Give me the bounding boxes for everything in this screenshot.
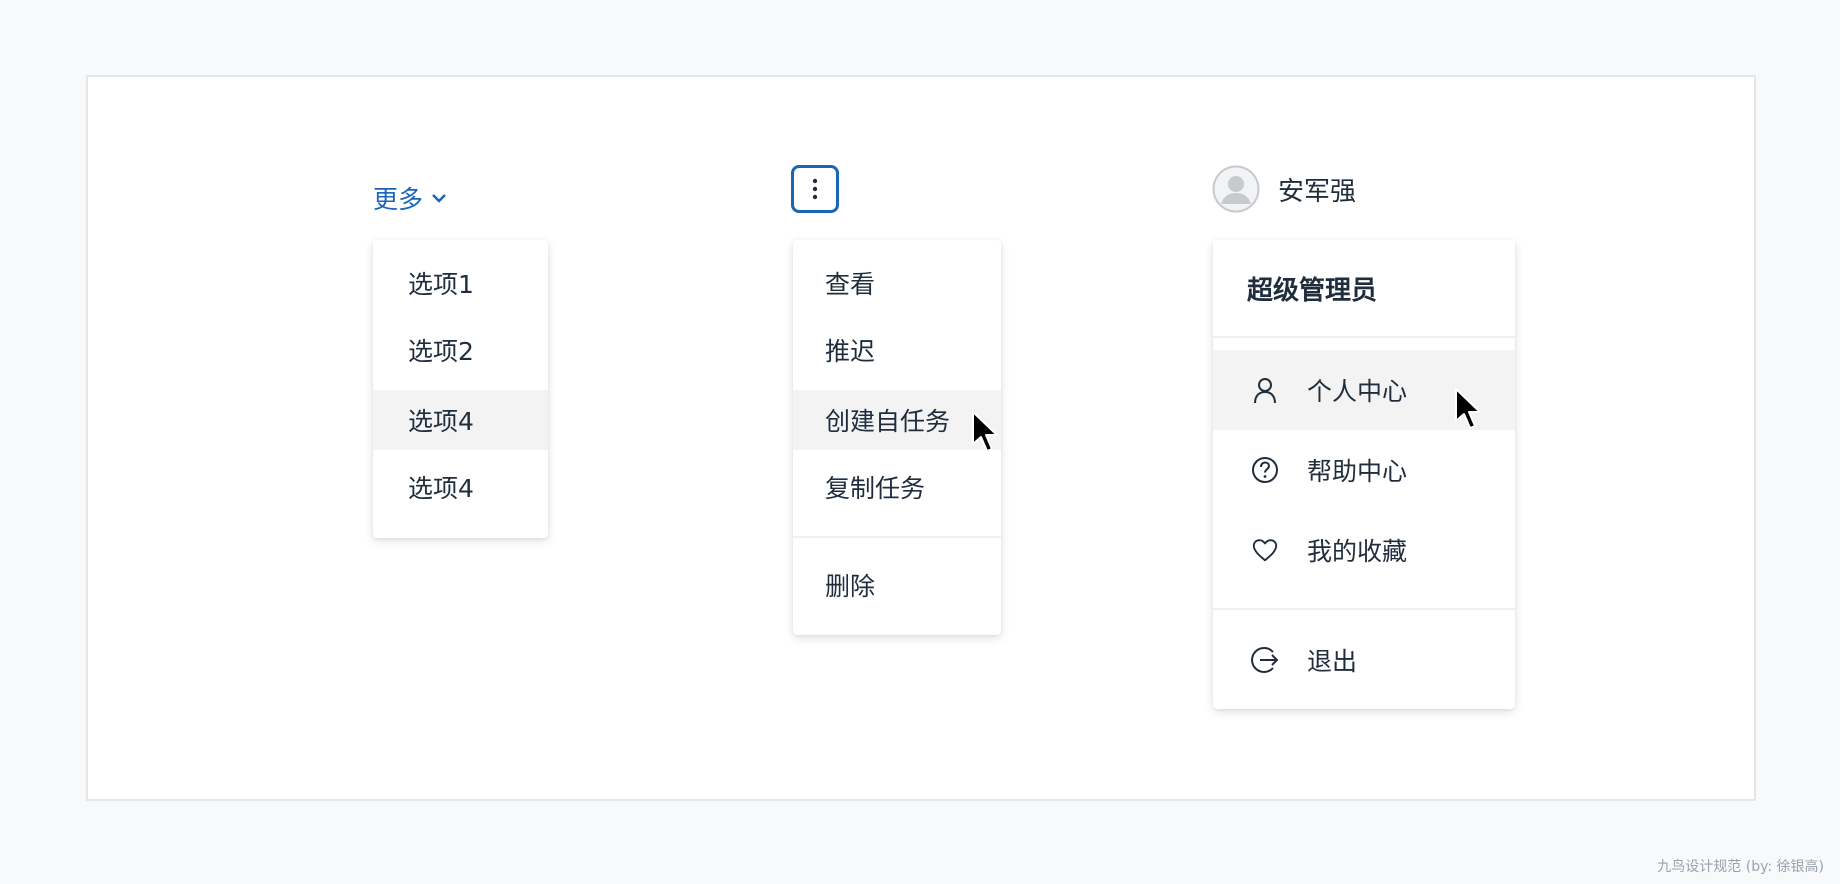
menu-item-copy-task[interactable]: 复制任务	[793, 457, 1001, 517]
footer-credit: 九鸟设计规范 (by: 徐银高)	[1657, 859, 1824, 875]
mouse-pointer-icon	[972, 411, 998, 452]
mouse-pointer-icon	[1455, 388, 1481, 429]
menu-divider	[1213, 608, 1515, 610]
chevron-down-icon	[432, 194, 446, 203]
menu-item-option4[interactable]: 选项4	[373, 457, 548, 517]
menu-divider	[793, 536, 1001, 538]
more-label: 更多	[373, 185, 424, 214]
more-dropdown-trigger[interactable]: 更多	[373, 180, 447, 216]
menu-item-postpone[interactable]: 推迟	[793, 320, 1001, 380]
avatar-icon	[1212, 165, 1260, 213]
user-name: 安军强	[1278, 176, 1357, 207]
help-icon	[1251, 456, 1279, 484]
user-menu-trigger[interactable]: 安军强	[1212, 165, 1356, 213]
menu-item-option4-hover[interactable]: 选项4	[373, 390, 548, 450]
menu-item-create-subtask[interactable]: 创建自任务	[793, 390, 1001, 450]
heart-icon	[1251, 536, 1279, 564]
menu-item-option1[interactable]: 选项1	[373, 253, 548, 313]
more-actions-button[interactable]	[791, 165, 839, 213]
menu-item-option2[interactable]: 选项2	[373, 320, 548, 380]
menu-item-delete[interactable]: 删除	[793, 555, 1001, 615]
menu-item-logout[interactable]: 退出	[1213, 620, 1515, 700]
menu-item-favorites[interactable]: 我的收藏	[1213, 510, 1515, 590]
user-role: 超级管理员	[1247, 275, 1378, 306]
more-vertical-icon	[812, 178, 818, 200]
user-icon	[1251, 376, 1279, 404]
more-dropdown-menu: 选项1 选项2 选项4 选项4	[373, 240, 548, 538]
menu-item-help[interactable]: 帮助中心	[1213, 430, 1515, 510]
user-dropdown-menu: 超级管理员 个人中心 帮助中心 我的收藏 退出	[1213, 240, 1515, 709]
menu-item-view[interactable]: 查看	[793, 253, 1001, 313]
logout-icon	[1251, 646, 1279, 674]
menu-divider	[1213, 336, 1515, 338]
actions-dropdown-menu: 查看 推迟 创建自任务 复制任务 删除	[793, 240, 1001, 635]
